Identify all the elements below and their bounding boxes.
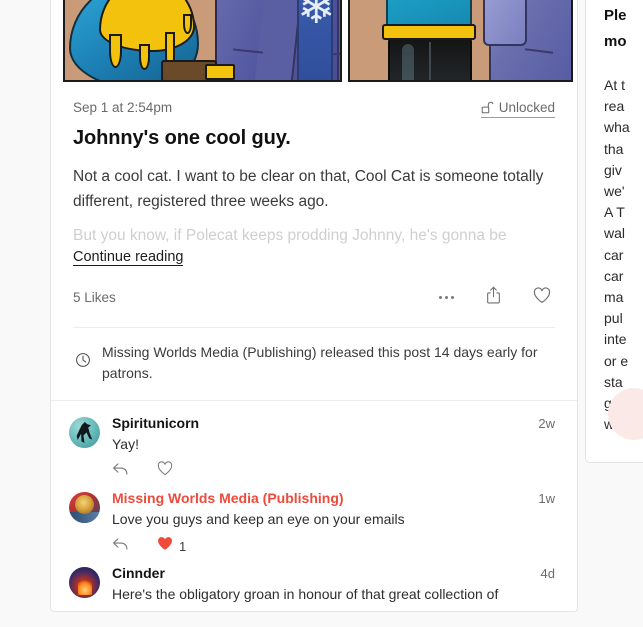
post-body: Sep 1 at 2:54pm Unlocked Johnny's one co… xyxy=(51,82,577,400)
comment-like-count: 1 xyxy=(179,538,187,554)
reply-icon xyxy=(112,537,129,556)
side-panel-line: A T xyxy=(604,204,625,221)
side-panel-line: inte xyxy=(604,331,627,348)
side-panel-line: ma xyxy=(604,289,624,306)
avatar[interactable] xyxy=(69,492,100,523)
heart-outline-icon xyxy=(157,461,173,481)
comment-timestamp: 1w xyxy=(538,491,555,506)
continue-reading-link[interactable]: Continue reading xyxy=(73,249,184,266)
side-panel-body: At t rea wha tha giv we' A T wal car car… xyxy=(604,75,643,435)
post-meta-row: Sep 1 at 2:54pm Unlocked xyxy=(73,100,555,118)
comment-item: Missing Worlds Media (Publishing) 1w Lov… xyxy=(69,490,555,565)
comment-author[interactable]: Cinnder xyxy=(112,565,165,581)
comment-header: Spiritunicorn 2w xyxy=(112,415,555,431)
unlock-icon xyxy=(481,101,494,114)
comment-item: Cinnder 4d Here's the obligatory groan i… xyxy=(69,565,555,611)
comment-text: Yay! xyxy=(112,436,139,452)
comment-author[interactable]: Spiritunicorn xyxy=(112,415,199,431)
comment-author[interactable]: Missing Worlds Media (Publishing) xyxy=(112,490,344,506)
more-options-button[interactable] xyxy=(438,295,454,300)
side-panel-title-line-1: Ple xyxy=(604,7,627,24)
comment-item: Spiritunicorn 2w Yay! xyxy=(69,415,555,490)
heart-outline-icon xyxy=(533,286,551,309)
post-actions-row: 5 Likes xyxy=(73,286,555,313)
comment-actions xyxy=(112,461,555,483)
post-title: Johnny's one cool guy. xyxy=(73,127,291,149)
comment-text: Love you guys and keep an eye on your em… xyxy=(112,511,405,527)
paint-drip xyxy=(139,44,150,70)
share-button[interactable] xyxy=(486,286,501,309)
comment-main: Spiritunicorn 2w Yay! xyxy=(112,415,555,483)
share-icon xyxy=(486,286,501,309)
leg-separation xyxy=(429,42,431,80)
side-panel-line: rea xyxy=(604,98,625,115)
comment-timestamp: 2w xyxy=(538,416,555,431)
comments-list: Spiritunicorn 2w Yay! Missing Worlds Med… xyxy=(51,400,577,611)
comic-panel-left[interactable]: ❄ xyxy=(63,0,342,82)
comment-header: Cinnder 4d xyxy=(112,565,555,581)
side-panel-line: At t xyxy=(604,77,626,93)
comment-like-button[interactable] xyxy=(157,461,179,481)
comment-like-button[interactable]: 1 xyxy=(157,536,186,556)
unlocked-badge[interactable]: Unlocked xyxy=(480,100,555,118)
comment-main: Missing Worlds Media (Publishing) 1w Lov… xyxy=(112,490,555,558)
side-panel-title-line-2: mo xyxy=(604,33,627,50)
side-panel-line: car xyxy=(604,267,624,284)
paint-drip xyxy=(183,14,192,34)
leg-highlight xyxy=(402,44,414,80)
comment-actions: 1 xyxy=(112,536,555,558)
side-panel-line: wal xyxy=(604,225,626,242)
snowflake-icon: ❄ xyxy=(297,0,336,33)
paint-drip xyxy=(109,34,122,68)
heart-filled-icon xyxy=(157,536,173,556)
reply-icon xyxy=(112,462,129,481)
comic-panel-right[interactable] xyxy=(348,0,573,82)
reply-button[interactable] xyxy=(112,462,129,481)
side-panel: Ple mo At t rea wha tha giv we' A T wal … xyxy=(585,0,643,463)
character-belt-yellow xyxy=(382,24,476,40)
ellipsis-icon xyxy=(438,295,454,300)
comment-header: Missing Worlds Media (Publishing) 1w xyxy=(112,490,555,506)
avatar[interactable] xyxy=(69,567,100,598)
side-panel-line: wha xyxy=(604,119,630,136)
like-count-label: 5 Likes xyxy=(73,290,116,305)
like-button[interactable] xyxy=(533,286,551,309)
side-panel-line: tha xyxy=(604,140,624,157)
comment-text: Here's the obligatory groan in honour of… xyxy=(112,586,499,602)
reply-button[interactable] xyxy=(112,537,129,556)
character-arm xyxy=(483,0,527,46)
post-paragraph-1: Not a cool cat. I want to be clear on th… xyxy=(73,168,544,210)
post-card: ❄ Sep 1 at 2:54pm Unlocked Johnny's one … xyxy=(50,0,578,612)
comment-main: Cinnder 4d Here's the obligatory groan i… xyxy=(112,565,555,604)
side-panel-line: car xyxy=(604,246,624,263)
side-panel-line: or e xyxy=(604,352,629,369)
post-action-icons xyxy=(438,286,556,309)
post-images: ❄ xyxy=(51,0,577,82)
unlocked-label: Unlocked xyxy=(498,100,555,115)
comment-timestamp: 4d xyxy=(540,566,555,581)
post-date: Sep 1 at 2:54pm xyxy=(73,100,173,115)
app-screen: ❄ Sep 1 at 2:54pm Unlocked Johnny's one … xyxy=(0,0,643,627)
post-paragraph-2-faded: But you know, if Polecat keeps prodding … xyxy=(73,227,507,244)
side-panel-line: we' xyxy=(604,183,625,200)
early-access-note: Missing Worlds Media (Publishing) releas… xyxy=(73,327,555,400)
side-panel-line: pul xyxy=(604,310,623,327)
clock-icon xyxy=(75,352,91,373)
side-panel-line: giv xyxy=(604,161,622,178)
character-arm xyxy=(337,0,340,80)
weapon-tip xyxy=(205,64,235,80)
avatar[interactable] xyxy=(69,417,100,448)
early-access-text: Missing Worlds Media (Publishing) releas… xyxy=(102,344,538,381)
